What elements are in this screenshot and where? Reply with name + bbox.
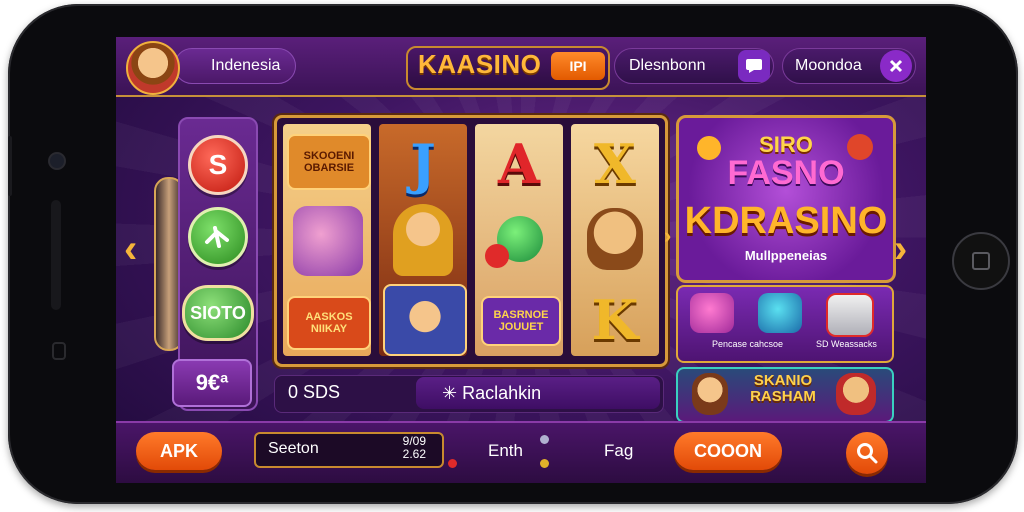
bonus-text: SKANIO RASHAM xyxy=(750,372,816,405)
game-tile-1[interactable] xyxy=(690,293,734,333)
sensor xyxy=(52,342,66,360)
tools-button[interactable] xyxy=(880,50,912,82)
brand-badge[interactable]: IPI xyxy=(551,52,605,80)
reel-3-letter: A xyxy=(498,132,540,196)
flag-label[interactable]: Fag xyxy=(604,441,633,461)
time-bottom: 2.62 xyxy=(402,447,426,461)
speaker-grille xyxy=(51,200,61,310)
reel-2: J xyxy=(379,124,467,356)
reel-1-bottom-badge: AASKOS NIIKAY xyxy=(287,296,371,350)
game-tile-2[interactable] xyxy=(758,293,802,333)
volume-button xyxy=(8,136,12,196)
games-caption-left: Pencase cahcsoe xyxy=(712,339,784,349)
reel-next-icon[interactable]: › xyxy=(664,225,671,247)
front-camera xyxy=(50,154,64,168)
home-button[interactable] xyxy=(952,232,1010,290)
promo-banner[interactable]: SIRO FASNO KDRASINO Mullppeneias xyxy=(676,115,896,283)
dot-top xyxy=(540,435,549,444)
reel-3: A BASRNOE JOUUET xyxy=(475,124,563,356)
indicator-dot xyxy=(448,459,457,468)
promo-line-3: KDRASINO xyxy=(684,200,888,242)
reel-4: X K xyxy=(571,124,659,356)
rail-score: 9€ª xyxy=(172,359,252,407)
slot-reels[interactable]: SKOOENI OBARSIE AASKOS NIIKAY J A BASRNO… xyxy=(274,115,668,367)
message-button[interactable] xyxy=(738,50,770,82)
search-icon xyxy=(857,443,878,464)
hero-symbol xyxy=(393,204,453,276)
game-tile-3[interactable] xyxy=(826,293,874,337)
characters-symbol xyxy=(293,206,363,276)
search-button[interactable] xyxy=(846,432,888,474)
reclaim-button[interactable]: ✳ Raclahkin xyxy=(416,377,660,409)
coin-green-button[interactable] xyxy=(188,207,248,267)
reel-1-top-badge: SKOOENI OBARSIE xyxy=(287,134,371,190)
next-arrow-icon[interactable]: › xyxy=(894,229,907,269)
message-icon xyxy=(746,59,762,73)
apk-button[interactable]: APK xyxy=(136,432,222,470)
reel-3-bottom-badge: BASRNOE JOUUET xyxy=(481,296,561,346)
status-text: 0 SDS xyxy=(288,382,341,402)
language-label: Moondoa xyxy=(795,57,862,74)
middle-label[interactable]: Enth xyxy=(488,441,523,461)
games-caption-right: SD Weassacks xyxy=(816,339,877,349)
pirate-symbol xyxy=(383,284,467,356)
promo-line-2: FASNO xyxy=(727,154,845,192)
character-left xyxy=(692,373,728,415)
region-label: Indenesia xyxy=(211,57,281,74)
user-label: Dlesnbonn xyxy=(629,57,706,74)
reel-2-letter: J xyxy=(410,132,436,196)
coin-s-button[interactable]: S xyxy=(188,135,248,195)
reel-4-letter: X xyxy=(594,132,636,196)
slot-button[interactable]: SIOTO xyxy=(182,285,254,341)
time-top: 9/09 xyxy=(402,434,426,448)
game-screen: Indenesia KAASINO IPI Dlesnbonn Moondoa … xyxy=(116,37,926,483)
reel-1: SKOOENI OBARSIE AASKOS NIIKAY xyxy=(283,124,371,356)
promo-line-4: Mullppeneias xyxy=(744,248,828,263)
phone-frame: Indenesia KAASINO IPI Dlesnbonn Moondoa … xyxy=(8,4,1018,504)
character-right xyxy=(836,373,876,415)
region-selector[interactable]: Indenesia xyxy=(174,48,296,84)
player-avatar[interactable] xyxy=(126,41,180,95)
search-label: Seeton xyxy=(268,440,319,457)
reel-4-bottom-letter: K xyxy=(591,288,639,352)
prev-arrow-icon[interactable]: ‹ xyxy=(124,229,137,269)
swirl-icon xyxy=(205,226,229,248)
dog-symbol xyxy=(587,208,643,270)
brand-title: KAASINO xyxy=(418,49,542,79)
dot-bottom xyxy=(540,459,549,468)
apple-symbol xyxy=(485,244,509,268)
coupon-button[interactable]: COOON xyxy=(674,432,782,470)
close-icon xyxy=(889,59,903,73)
